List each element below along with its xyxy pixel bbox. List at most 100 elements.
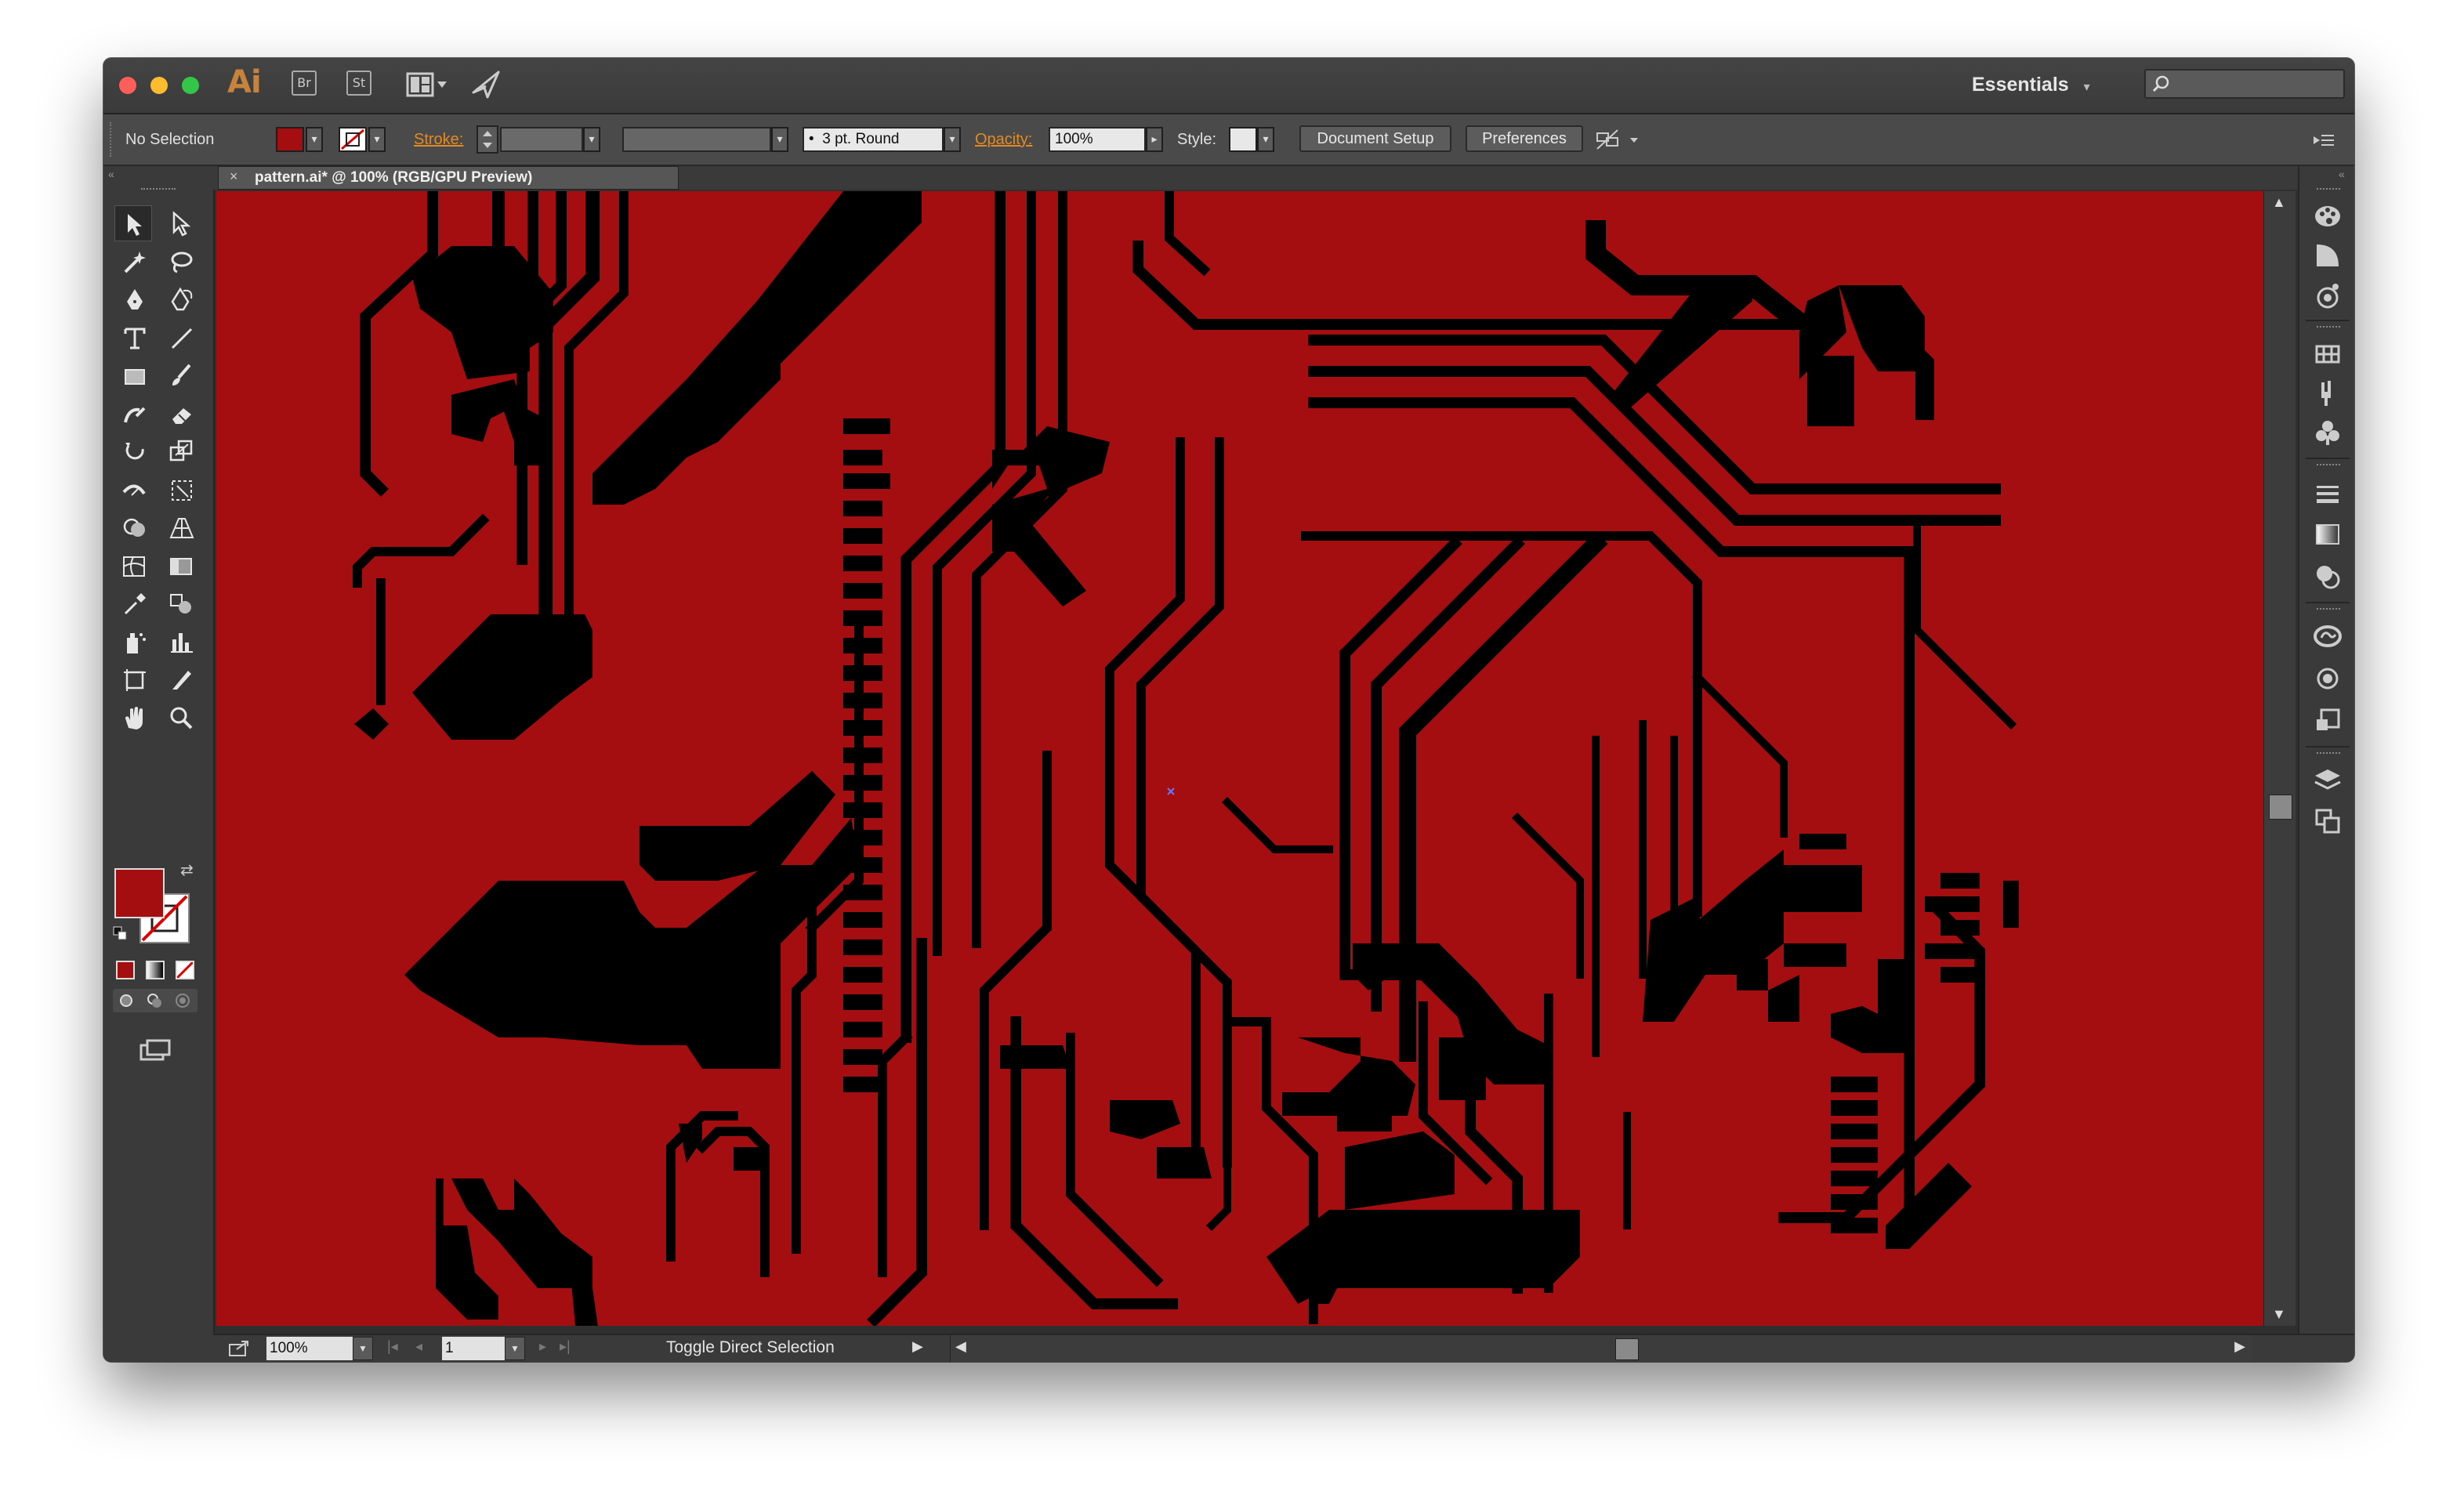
mesh-tool[interactable]: [114, 548, 152, 584]
lasso-tool[interactable]: [161, 244, 199, 280]
rotate-tool[interactable]: [114, 433, 152, 469]
brush-definition-dropdown[interactable]: ▾: [944, 127, 961, 152]
opacity-label[interactable]: Opacity:: [975, 114, 1032, 165]
bridge-button[interactable]: Br: [292, 71, 317, 96]
align-options-icon[interactable]: [1596, 129, 1643, 152]
scroll-left-icon[interactable]: ◀: [955, 1338, 966, 1355]
variable-width-dropdown[interactable]: ▾: [771, 127, 788, 152]
draw-normal-icon[interactable]: [118, 992, 135, 1009]
gradient-tool[interactable]: [161, 548, 199, 584]
variable-width-profile[interactable]: [622, 127, 771, 152]
opacity-dropdown[interactable]: ▸: [1146, 127, 1163, 152]
stock-button[interactable]: St: [346, 71, 371, 96]
blend-tool[interactable]: [161, 585, 199, 621]
paintbrush-tool[interactable]: [161, 357, 199, 393]
color-panel-icon[interactable]: [2312, 201, 2343, 232]
status-menu-arrow-icon[interactable]: ▶: [912, 1338, 923, 1355]
fill-dropdown[interactable]: ▾: [306, 127, 323, 152]
graphic-style-swatch[interactable]: [1229, 127, 1257, 152]
pen-tool[interactable]: [114, 281, 152, 317]
next-artboard-icon[interactable]: ▸: [539, 1338, 546, 1355]
circuit-pattern-artwork[interactable]: [216, 191, 2263, 1326]
brush-definition-field[interactable]: • 3 pt. Round: [803, 127, 944, 152]
workspace-switcher[interactable]: Essentials ▾: [1972, 69, 2090, 100]
selection-tool[interactable]: [114, 205, 152, 241]
control-bar-grip[interactable]: [110, 122, 114, 157]
close-window-button[interactable]: [119, 77, 136, 94]
stroke-dropdown[interactable]: ▾: [368, 127, 386, 152]
opacity-field[interactable]: 100%: [1049, 127, 1146, 152]
artboard-tool[interactable]: [114, 661, 152, 697]
slice-tool[interactable]: [161, 661, 199, 697]
cc-libraries-icon[interactable]: [2312, 621, 2343, 652]
maximize-window-button[interactable]: [182, 77, 199, 94]
vertical-scrollbar[interactable]: ▲ ▼: [2263, 191, 2296, 1326]
scroll-down-icon[interactable]: ▼: [2272, 1306, 2286, 1323]
scroll-up-icon[interactable]: ▲: [2272, 194, 2286, 211]
tools-panel-grip[interactable]: [141, 188, 176, 194]
previous-artboard-icon[interactable]: ◂: [415, 1338, 422, 1355]
eraser-tool[interactable]: [161, 396, 199, 432]
artboard-canvas[interactable]: [216, 191, 2263, 1326]
direct-selection-tool[interactable]: [161, 205, 199, 241]
fill-color-swatch[interactable]: [276, 127, 304, 152]
share-icon[interactable]: [227, 1338, 251, 1359]
panel-group-grip[interactable]: [2317, 464, 2340, 469]
curvature-tool[interactable]: [161, 281, 199, 317]
graphic-style-dropdown[interactable]: ▾: [1257, 127, 1274, 152]
scroll-right-icon[interactable]: ▶: [2234, 1338, 2245, 1355]
search-input[interactable]: [2144, 69, 2345, 99]
draw-behind-icon[interactable]: [146, 992, 163, 1009]
draw-inside-icon[interactable]: [174, 992, 191, 1009]
gpu-performance-icon[interactable]: [470, 69, 502, 100]
column-graph-tool[interactable]: [161, 624, 199, 660]
swatches-icon[interactable]: [2312, 338, 2343, 370]
first-artboard-icon[interactable]: |◂: [387, 1338, 398, 1355]
arrange-documents-icon[interactable]: [406, 71, 450, 99]
color-themes-icon[interactable]: [2312, 281, 2343, 312]
free-transform-tool[interactable]: [161, 472, 199, 508]
change-screen-mode-icon[interactable]: [138, 1037, 172, 1064]
horizontal-scroll-thumb[interactable]: [1615, 1338, 1639, 1360]
swap-fill-stroke-icon[interactable]: ⇄: [180, 860, 194, 880]
collapse-panel-icon[interactable]: «: [108, 168, 114, 180]
preferences-button[interactable]: Preferences: [1466, 125, 1583, 152]
stroke-weight-field[interactable]: [500, 127, 583, 152]
rectangle-tool[interactable]: [114, 357, 152, 393]
hand-tool[interactable]: [114, 700, 152, 736]
collapse-right-panel-icon[interactable]: «: [2339, 168, 2345, 180]
gradient-panel-icon[interactable]: [2312, 519, 2343, 550]
scale-tool[interactable]: [161, 433, 199, 469]
perspective-grid-tool[interactable]: [161, 509, 199, 545]
layers-icon[interactable]: [2312, 765, 2343, 796]
fill-swatch-front[interactable]: [114, 868, 165, 918]
shape-builder-tool[interactable]: [114, 509, 152, 545]
zoom-level-field[interactable]: 100%: [266, 1337, 353, 1360]
width-tool[interactable]: [114, 472, 152, 508]
eyedropper-tool[interactable]: [114, 585, 152, 621]
panel-group-grip[interactable]: [2317, 326, 2340, 331]
document-tab[interactable]: × pattern.ai* @ 100% (RGB/GPU Preview): [218, 166, 679, 190]
stroke-label[interactable]: Stroke:: [414, 114, 463, 165]
panel-menu-icon[interactable]: [2310, 130, 2337, 150]
zoom-tool[interactable]: [161, 700, 199, 736]
panel-group-grip[interactable]: [2317, 188, 2340, 193]
symbol-sprayer-tool[interactable]: [114, 624, 152, 660]
default-fill-stroke-icon[interactable]: [113, 926, 127, 940]
zoom-dropdown[interactable]: ▼: [353, 1337, 373, 1360]
stroke-color-swatch[interactable]: [339, 127, 367, 152]
symbols-icon[interactable]: [2312, 417, 2343, 448]
last-artboard-icon[interactable]: ▸|: [560, 1338, 571, 1355]
graphic-styles-icon[interactable]: [2312, 705, 2343, 737]
artboard-dropdown[interactable]: ▼: [505, 1337, 525, 1360]
stroke-weight-dropdown[interactable]: ▾: [583, 127, 600, 152]
none-mode-button[interactable]: [176, 961, 194, 979]
stroke-panel-icon[interactable]: [2312, 478, 2343, 509]
close-tab-icon[interactable]: ×: [230, 168, 238, 185]
brushes-icon[interactable]: [2312, 378, 2343, 409]
line-segment-tool[interactable]: [161, 320, 199, 356]
type-tool[interactable]: [114, 320, 152, 356]
horizontal-scrollbar[interactable]: ◀ ▶: [950, 1335, 2252, 1362]
artboards-icon[interactable]: [2312, 805, 2343, 837]
shaper-tool[interactable]: [114, 396, 152, 432]
